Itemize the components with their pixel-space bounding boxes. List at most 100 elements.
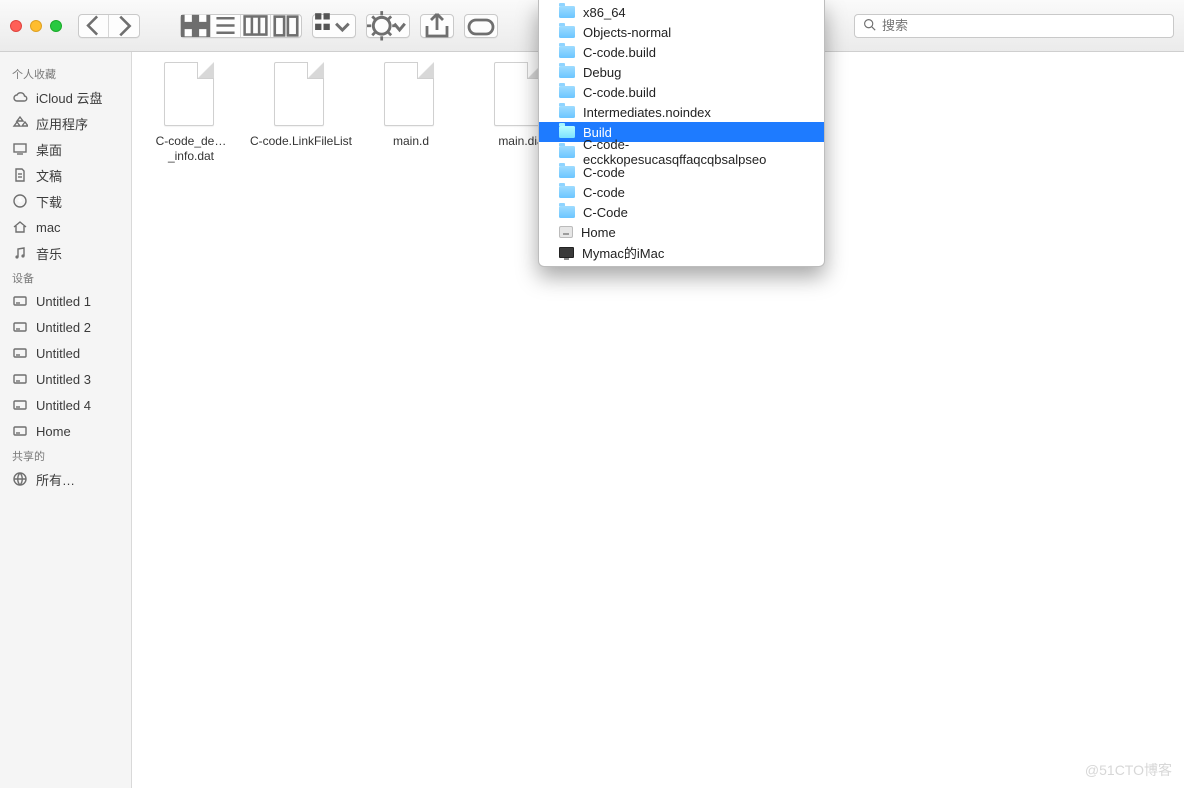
zoom-window-button[interactable] xyxy=(50,20,62,32)
file-item[interactable]: C-code_de…_info.dat xyxy=(136,62,246,164)
file-name-label: C-code_de…_info.dat xyxy=(136,134,246,164)
sidebar-item[interactable]: Untitled 2 xyxy=(0,314,131,340)
path-menu-label: x86_64 xyxy=(583,5,626,20)
group-by-button[interactable] xyxy=(313,15,355,37)
path-menu-item[interactable]: Mymac的iMac xyxy=(539,242,824,262)
tags-button-group xyxy=(464,14,498,38)
sidebar-item-label: Untitled 1 xyxy=(36,294,91,309)
sidebar: 个人收藏 iCloud 云盘应用程序桌面文稿下载 mac 音乐设备 Untitled 1… xyxy=(0,52,132,788)
path-menu-label: C-code.build xyxy=(583,45,656,60)
sidebar-section-header: 个人收藏 xyxy=(0,62,131,84)
path-menu-item[interactable]: Home xyxy=(539,222,824,242)
path-menu-item[interactable]: C-code-ecckkopesucasqffaqcqbsalpseo xyxy=(539,142,824,162)
path-menu-item[interactable]: C-code.build xyxy=(539,42,824,62)
path-menu-label: Objects-normal xyxy=(583,25,671,40)
sidebar-item[interactable]: mac xyxy=(0,214,131,240)
document-icon xyxy=(164,62,218,128)
disk-icon xyxy=(12,371,28,387)
sidebar-item-label: 音乐 xyxy=(36,244,62,263)
path-menu-item[interactable]: C-code xyxy=(539,182,824,202)
path-menu-item[interactable]: C-code.build xyxy=(539,82,824,102)
computer-icon xyxy=(559,247,574,258)
view-columns-button[interactable] xyxy=(241,15,271,37)
share-button[interactable] xyxy=(421,15,453,37)
download-icon xyxy=(12,193,28,209)
sidebar-item-label: Untitled 3 xyxy=(36,372,91,387)
apps-icon xyxy=(12,115,28,131)
folder-icon xyxy=(559,66,575,78)
path-menu-item[interactable]: Objects-normal xyxy=(539,22,824,42)
sidebar-item-label: Untitled 4 xyxy=(36,398,91,413)
sidebar-item-label: 下载 xyxy=(36,192,62,211)
sidebar-item-label: 文稿 xyxy=(36,166,62,185)
sidebar-item-label: iCloud 云盘 xyxy=(36,88,102,107)
path-menu-item[interactable]: Intermediates.noindex xyxy=(539,102,824,122)
path-menu-label: C-code xyxy=(583,185,625,200)
sidebar-section-header: 设备 xyxy=(0,266,131,288)
sidebar-item[interactable]: Untitled 4 xyxy=(0,392,131,418)
sidebar-item[interactable]: Untitled xyxy=(0,340,131,366)
window-controls xyxy=(10,20,62,32)
file-item[interactable]: C-code.LinkFileList xyxy=(246,62,356,164)
group-by-button-group xyxy=(312,14,356,38)
sidebar-item[interactable]: Untitled 3 xyxy=(0,366,131,392)
folder-icon xyxy=(559,146,575,158)
view-list-button[interactable] xyxy=(211,15,241,37)
view-gallery-button[interactable] xyxy=(271,15,301,37)
sidebar-item-label: mac xyxy=(36,220,61,235)
watermark: @51CTO博客 xyxy=(1085,760,1172,780)
path-menu-item[interactable]: Debug xyxy=(539,62,824,82)
path-menu-label: Home xyxy=(581,225,616,240)
file-name-label: main.dia xyxy=(498,134,543,149)
disk-icon xyxy=(12,397,28,413)
path-menu-label: Debug xyxy=(583,65,621,80)
sidebar-item[interactable]: Home xyxy=(0,418,131,444)
sidebar-item[interactable]: 所有… xyxy=(0,466,131,492)
file-name-label: main.d xyxy=(393,134,429,149)
disk-icon xyxy=(559,226,573,238)
file-name-label: C-code.LinkFileList xyxy=(250,134,352,149)
desktop-icon xyxy=(12,141,28,157)
path-menu-label: Mymac的iMac xyxy=(582,243,664,262)
network-icon xyxy=(12,471,28,487)
view-mode-switch xyxy=(180,14,302,38)
tags-button[interactable] xyxy=(465,15,497,37)
minimize-window-button[interactable] xyxy=(30,20,42,32)
cloud-icon xyxy=(12,89,28,105)
music-icon xyxy=(12,245,28,261)
folder-icon xyxy=(559,206,575,218)
sidebar-item[interactable]: 应用程序 xyxy=(0,110,131,136)
folder-icon xyxy=(559,106,575,118)
view-icons-button[interactable] xyxy=(181,15,211,37)
path-menu-label: C-code.build xyxy=(583,85,656,100)
close-window-button[interactable] xyxy=(10,20,22,32)
sidebar-item-label: Home xyxy=(36,424,71,439)
sidebar-item[interactable]: 音乐 xyxy=(0,240,131,266)
folder-icon xyxy=(559,166,575,178)
search-input[interactable] xyxy=(882,18,1165,33)
action-menu-button[interactable] xyxy=(367,15,409,37)
sidebar-item[interactable]: Untitled 1 xyxy=(0,288,131,314)
share-button-group xyxy=(420,14,454,38)
docs-icon xyxy=(12,167,28,183)
path-menu-item[interactable]: x86_64 xyxy=(539,2,824,22)
folder-icon xyxy=(559,26,575,38)
path-menu-item[interactable]: C-Code xyxy=(539,202,824,222)
document-icon xyxy=(274,62,328,128)
sidebar-item[interactable]: iCloud 云盘 xyxy=(0,84,131,110)
file-item[interactable]: main.d xyxy=(356,62,466,164)
back-button[interactable] xyxy=(79,15,109,37)
path-menu-label: C-code-ecckkopesucasqffaqcqbsalpseo xyxy=(583,137,812,167)
search-field[interactable] xyxy=(854,14,1174,38)
sidebar-item-label: 桌面 xyxy=(36,140,62,159)
path-menu-label: Intermediates.noindex xyxy=(583,105,711,120)
sidebar-item[interactable]: 下载 xyxy=(0,188,131,214)
sidebar-item[interactable]: 桌面 xyxy=(0,136,131,162)
sidebar-item-label: Untitled 2 xyxy=(36,320,91,335)
disk-icon xyxy=(12,423,28,439)
disk-icon xyxy=(12,293,28,309)
forward-button[interactable] xyxy=(109,15,139,37)
sidebar-item[interactable]: 文稿 xyxy=(0,162,131,188)
sidebar-section-header: 共享的 xyxy=(0,444,131,466)
search-icon xyxy=(863,18,876,34)
